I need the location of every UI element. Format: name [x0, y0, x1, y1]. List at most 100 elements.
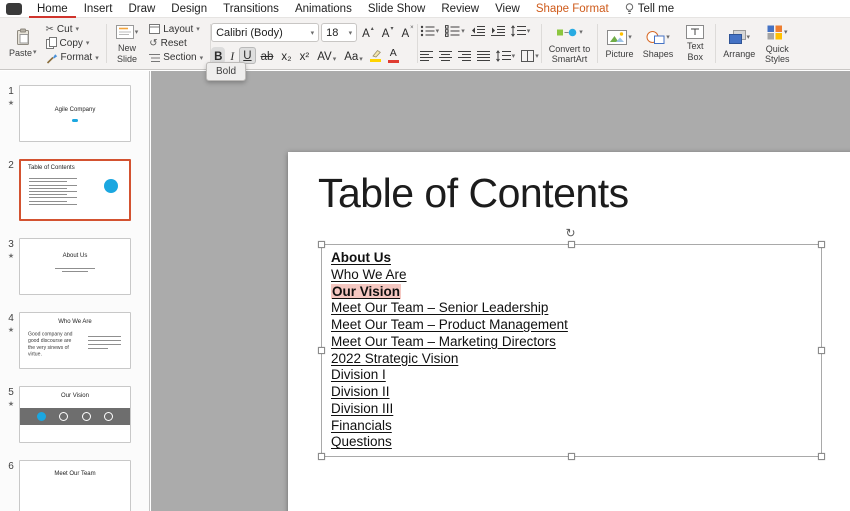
text-box-button[interactable]: Text Box: [679, 20, 711, 67]
text-line: [29, 188, 67, 189]
font-name-combo[interactable]: Calibri (Body) ▾: [211, 23, 319, 42]
paste-button[interactable]: Paste▾: [6, 20, 40, 67]
slide-2-thumbnail-selected[interactable]: Table of Contents: [19, 159, 131, 221]
menu-home[interactable]: Home: [29, 0, 76, 18]
menu-slide-show[interactable]: Slide Show: [360, 0, 434, 18]
convert-to-smartart-button[interactable]: ▾ Convert to SmartArt: [546, 20, 594, 67]
dropdown-caret-icon: ▾: [333, 55, 337, 63]
toc-item[interactable]: Division I: [331, 367, 821, 384]
align-right-button[interactable]: [456, 48, 473, 64]
dark-band-shape: [20, 408, 130, 426]
arrange-group: ▾ Arrange ▾ Quick Styles: [716, 20, 797, 67]
menu-shape-format[interactable]: Shape Format: [528, 0, 617, 18]
text-highlight-button[interactable]: [368, 48, 384, 63]
shapes-button[interactable]: ▾ Shapes: [640, 20, 677, 67]
toc-item[interactable]: Meet Our Team – Senior Leadership: [331, 300, 821, 317]
toc-item[interactable]: Meet Our Team – Marketing Directors: [331, 334, 821, 351]
justify-button[interactable]: [475, 48, 492, 64]
numbering-button[interactable]: ▾: [443, 23, 467, 39]
toc-item-text: Meet Our Team – Senior Leadership: [331, 300, 548, 315]
slide-row-1: 1 ★ Agile Company: [3, 85, 145, 142]
slide-3-thumbnail[interactable]: About Us: [19, 238, 131, 295]
decrease-indent-button[interactable]: [469, 23, 487, 39]
toc-textbox-selected[interactable]: ↻ About Us Who We Are Our Vision Meet Ou…: [321, 244, 822, 457]
quick-styles-button[interactable]: ▾ Quick Styles: [761, 20, 793, 67]
menu-review[interactable]: Review: [433, 0, 487, 18]
menu-view[interactable]: View: [487, 0, 528, 18]
menu-draw[interactable]: Draw: [120, 0, 163, 18]
slide-4-thumbnail[interactable]: Who We Are Good company and good discour…: [19, 312, 131, 369]
slides-group: ▾ New Slide Layout ▾ ↺ Reset: [107, 20, 210, 67]
align-left-button[interactable]: [418, 48, 435, 64]
resize-handle-w[interactable]: [318, 347, 325, 354]
current-slide[interactable]: Table of Contents ↻ About Us Who We Are …: [288, 152, 850, 511]
highlighter-icon: [370, 49, 382, 58]
section-button[interactable]: Section ▾: [146, 51, 206, 65]
line-spacing-button[interactable]: ▾: [509, 23, 533, 39]
font-color-button[interactable]: A: [386, 47, 401, 64]
menu-animations[interactable]: Animations: [287, 0, 360, 18]
thumb-title: Our Vision: [20, 393, 130, 399]
resize-handle-n[interactable]: [568, 241, 575, 248]
copy-label: Copy: [60, 38, 83, 49]
cut-button[interactable]: ✂ Cut ▾: [43, 22, 102, 36]
toc-item[interactable]: 2022 Strategic Vision: [331, 351, 821, 368]
reset-button[interactable]: ↺ Reset: [146, 36, 206, 50]
superscript-button[interactable]: x²: [297, 47, 313, 64]
align-center-button[interactable]: [437, 48, 454, 64]
slide-row-2: 2 Table of Contents: [3, 159, 145, 221]
slide-title[interactable]: Table of Contents: [318, 170, 629, 217]
slide-5-thumbnail[interactable]: Our Vision: [19, 386, 131, 443]
dropdown-caret-icon: ▾: [196, 25, 200, 33]
toc-list: About Us Who We Are Our Vision Meet Our …: [322, 245, 821, 451]
slide-1-number: 1 ★: [3, 85, 19, 142]
text-direction-button[interactable]: ▾: [519, 48, 541, 64]
format-painter-button[interactable]: Format ▾: [43, 51, 102, 65]
vertical-align-button[interactable]: ▾: [494, 48, 518, 64]
copy-button[interactable]: Copy ▾: [43, 36, 102, 50]
toc-item[interactable]: Division II: [331, 384, 821, 401]
resize-handle-s[interactable]: [568, 453, 575, 460]
highlight-color-bar: [370, 59, 381, 62]
menu-insert[interactable]: Insert: [76, 0, 121, 18]
toc-item[interactable]: Who We Are: [331, 267, 821, 284]
character-spacing-button[interactable]: AV ▾: [314, 47, 339, 64]
font-size-combo[interactable]: 18 ▾: [321, 23, 357, 42]
font-color-bar: [388, 60, 399, 63]
increase-indent-button[interactable]: [489, 23, 507, 39]
toc-item[interactable]: Meet Our Team – Product Management: [331, 317, 821, 334]
rotate-handle[interactable]: ↻: [566, 227, 576, 239]
new-slide-icon: [116, 25, 134, 39]
slide-canvas[interactable]: Table of Contents ↻ About Us Who We Are …: [151, 71, 850, 511]
toc-item[interactable]: About Us: [331, 250, 821, 267]
resize-handle-se[interactable]: [818, 453, 825, 460]
bullets-button[interactable]: ▾: [418, 23, 442, 39]
increase-font-size-button[interactable]: A ▴: [359, 24, 377, 41]
menu-transitions[interactable]: Transitions: [215, 0, 287, 18]
strikethrough-button[interactable]: ab: [258, 47, 277, 64]
resize-handle-e[interactable]: [818, 347, 825, 354]
decrease-font-size-button[interactable]: A ▾: [379, 24, 397, 41]
toc-item[interactable]: Financials: [331, 418, 821, 435]
change-case-button[interactable]: Aa ▾: [341, 47, 366, 64]
new-slide-button[interactable]: ▾ New Slide: [111, 20, 144, 67]
toc-item[interactable]: Division III: [331, 401, 821, 418]
slide-6-thumbnail[interactable]: Meet Our Team: [19, 460, 131, 511]
slide-1-thumbnail[interactable]: Agile Company: [19, 85, 131, 142]
toc-item[interactable]: Our Vision: [331, 284, 821, 301]
clear-formatting-button[interactable]: A ×: [398, 24, 416, 41]
toc-item[interactable]: Questions: [331, 434, 821, 451]
toc-item-text: Division I: [331, 367, 386, 382]
layout-button[interactable]: Layout ▾: [146, 22, 206, 36]
menu-tell-me[interactable]: Tell me: [617, 0, 682, 18]
slide-2-number: 2: [3, 159, 19, 221]
resize-handle-nw[interactable]: [318, 241, 325, 248]
arrange-icon: [729, 30, 746, 45]
resize-handle-ne[interactable]: [818, 241, 825, 248]
resize-handle-sw[interactable]: [318, 453, 325, 460]
menu-design[interactable]: Design: [163, 0, 215, 18]
subscript-button[interactable]: x₂: [278, 47, 294, 64]
app-icon[interactable]: [6, 3, 22, 15]
arrange-button[interactable]: ▾ Arrange: [720, 20, 758, 67]
picture-button[interactable]: ▾ Picture: [602, 20, 637, 67]
